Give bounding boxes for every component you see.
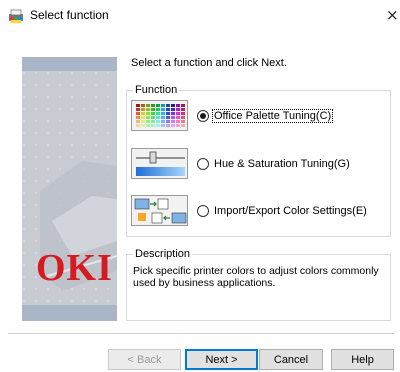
side-banner: OKI: [22, 57, 117, 321]
description-group: Description Pick specific printer colors…: [126, 248, 391, 321]
function-group: Function Office Palette Tuning(C) Hue & …: [126, 84, 391, 237]
printer-app-icon: [9, 9, 23, 23]
next-button[interactable]: Next >: [185, 349, 258, 370]
option-office-palette[interactable]: Office Palette Tuning(C): [197, 108, 334, 124]
footer-separator: [8, 333, 394, 334]
import-export-graphic: [132, 196, 187, 225]
cancel-button[interactable]: Cancel: [259, 349, 323, 370]
palette-grid: [132, 101, 187, 130]
window-title: Select function: [30, 8, 109, 22]
oki-logo: OKI: [36, 247, 113, 289]
color-palette-icon[interactable]: [131, 100, 188, 131]
description-group-label: Description: [133, 248, 193, 260]
description-text: Pick specific printer colors to adjust c…: [133, 265, 379, 289]
back-button[interactable]: < Back: [108, 349, 181, 370]
hue-slider-icon[interactable]: [131, 148, 188, 179]
option-import-export[interactable]: Import/Export Color Settings(E): [197, 203, 368, 219]
import-export-icon[interactable]: [131, 195, 188, 226]
close-icon[interactable]: ×: [386, 6, 399, 24]
radio-hue-saturation[interactable]: [197, 158, 209, 170]
side-banner-bottom-band: [22, 305, 117, 321]
hue-slider-graphic: [132, 149, 187, 178]
radio-office-palette[interactable]: [197, 110, 209, 122]
instruction-text: Select a function and click Next.: [131, 57, 287, 69]
dialog-body: OKI Select a function and click Next. Fu…: [0, 31, 400, 372]
title-bar: Select function ×: [0, 0, 400, 31]
radio-import-export[interactable]: [197, 205, 209, 217]
side-banner-top-band: [22, 57, 117, 71]
option-hue-saturation-label[interactable]: Hue & Saturation Tuning(G): [213, 158, 351, 170]
help-button[interactable]: Help: [331, 349, 394, 370]
option-office-palette-label[interactable]: Office Palette Tuning(C): [211, 109, 334, 123]
function-group-label: Function: [133, 84, 180, 96]
option-hue-saturation[interactable]: Hue & Saturation Tuning(G): [197, 156, 351, 172]
option-import-export-label[interactable]: Import/Export Color Settings(E): [213, 205, 368, 217]
